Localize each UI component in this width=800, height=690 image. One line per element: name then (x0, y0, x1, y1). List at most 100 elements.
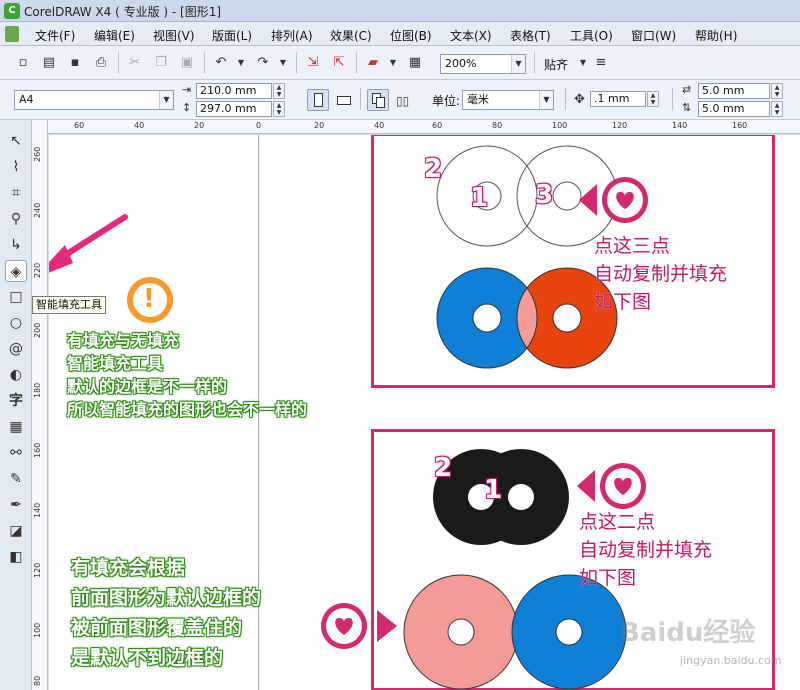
coreldraw-window: C CorelDRAW X4 ( 专业版 ) - [图形1] 文件(F) 编辑(… (0, 0, 800, 690)
ruler-label: 160 (732, 121, 748, 130)
menu-text[interactable]: 文本(X) (450, 27, 492, 44)
zoom-combo[interactable]: 200% ▼ (440, 54, 526, 74)
toolbar-separator (672, 88, 673, 110)
document-icon[interactable] (5, 26, 19, 42)
ruler-label: 160 (33, 442, 42, 458)
marker-3: 3 (535, 180, 554, 210)
ruler-label: 40 (134, 121, 145, 130)
shape-tool-icon[interactable]: ⌇ (5, 156, 27, 178)
zoom-tool-icon[interactable]: ⚲ (5, 208, 27, 230)
crop-tool-icon[interactable]: ⌗ (5, 182, 27, 204)
vertical-ruler[interactable]: 260 240 220 200 180 160 140 120 100 80 (32, 120, 48, 690)
chevron-down-icon[interactable]: ▼ (539, 91, 553, 109)
menu-table[interactable]: 表格(T) (510, 27, 551, 44)
menu-bitmaps[interactable]: 位图(B) (390, 27, 432, 44)
unit-label: 单位: (432, 94, 461, 108)
redo-dropdown-icon[interactable]: ▼ (274, 54, 292, 72)
spin-arrows-icon[interactable]: ▲ ▼ (273, 101, 285, 117)
blue-ring-hole (472, 303, 502, 333)
menu-layout[interactable]: 版面(L) (212, 27, 252, 44)
drawing-canvas[interactable]: 2 1 3 点这三点 自动复制并填充 如下图 2 1 点这二点 自动复制并填充 … (49, 135, 800, 690)
nudge-distance-field[interactable]: .1 mm ▲ ▼ (590, 91, 659, 107)
landscape-button[interactable] (332, 89, 354, 111)
chevron-down-icon[interactable]: ▼ (159, 91, 173, 109)
panel2-caption-line3: 如下图 (579, 567, 637, 589)
menu-view[interactable]: 视图(V) (153, 27, 195, 44)
spin-arrows-icon[interactable]: ▲ ▼ (647, 91, 659, 107)
menu-effects[interactable]: 效果(C) (330, 27, 372, 44)
open-folder-icon[interactable]: ▤ (40, 54, 58, 72)
interactive-fill-tool-icon[interactable]: ◧ (5, 546, 27, 568)
page-height-field[interactable]: 297.0 mm ▲ ▼ (196, 101, 285, 117)
menu-file[interactable]: 文件(F) (35, 27, 75, 44)
smart-fill-tool-icon[interactable]: ◈ (5, 260, 27, 282)
ruler-label: 80 (33, 675, 42, 686)
all-pages-button[interactable] (367, 89, 389, 111)
toolbar-separator (360, 88, 361, 110)
undo-icon[interactable]: ↶ (212, 54, 230, 72)
toolbar-separator (534, 52, 535, 74)
snap-to-label[interactable]: 贴齐 (544, 56, 568, 73)
application-launcher-icon[interactable]: ▰ (364, 54, 382, 72)
ruler-label: 260 (33, 146, 42, 162)
portrait-icon (314, 93, 323, 107)
launcher-dropdown-icon[interactable]: ▼ (384, 54, 402, 72)
duplicate-y-field[interactable]: 5.0 mm ▲ ▼ (698, 101, 783, 117)
fill-tool-icon[interactable]: ◪ (5, 520, 27, 542)
spiral-tool-icon[interactable]: @ (5, 338, 27, 360)
ruler-label: 140 (672, 121, 688, 130)
duplicate-x-icon: ⇄ (682, 83, 692, 96)
panel2-caption-line2: 自动复制并填充 (579, 539, 713, 561)
pick-tool-icon[interactable]: ↖ (5, 130, 27, 152)
outline-tool-icon[interactable]: ✒ (5, 494, 27, 516)
duplicate-x-field[interactable]: 5.0 mm ▲ ▼ (698, 83, 783, 99)
rectangle-tool-icon[interactable]: □ (5, 286, 27, 308)
table-tool-icon[interactable]: ▦ (5, 416, 27, 438)
welcome-screen-icon[interactable]: ▦ (406, 54, 424, 72)
options-icon[interactable]: ≡ (592, 54, 610, 72)
new-document-icon[interactable]: ▫ (14, 54, 32, 72)
spin-arrows-icon[interactable]: ▲ ▼ (273, 83, 285, 99)
baidu-watermark-url: jingyan.baidu.com (680, 654, 782, 667)
menu-tools[interactable]: 工具(O) (570, 27, 613, 44)
ruler-label: 40 (374, 121, 385, 130)
import-icon[interactable]: ⇲ (304, 54, 322, 72)
black-ring-right-hole (508, 484, 534, 510)
undo-dropdown-icon[interactable]: ▼ (232, 54, 250, 72)
marker-1: 1 (470, 183, 489, 213)
ruler-label: 20 (194, 121, 205, 130)
redo-icon[interactable]: ↷ (254, 54, 272, 72)
basic-shapes-tool-icon[interactable]: ◐ (5, 364, 27, 386)
portrait-button[interactable] (307, 89, 329, 111)
page-width-value: 210.0 mm (200, 84, 257, 97)
menu-arrange[interactable]: 排列(A) (271, 27, 313, 44)
heart-pointer-icon (321, 603, 397, 649)
chevron-down-icon[interactable]: ▼ (511, 55, 525, 73)
freehand-tool-icon[interactable]: ↳ (5, 234, 27, 256)
spin-arrows-icon[interactable]: ▲ ▼ (771, 83, 783, 99)
save-icon[interactable]: ▪ (66, 54, 84, 72)
menu-edit[interactable]: 编辑(E) (94, 27, 135, 44)
menu-window[interactable]: 窗口(W) (631, 27, 676, 44)
toolbar-separator (296, 52, 297, 74)
note1-line1: 有填充与无填充 (67, 331, 180, 350)
cut-icon[interactable]: ✂ (126, 54, 144, 72)
text-tool-icon[interactable]: 字 (5, 390, 27, 412)
menu-help[interactable]: 帮助(H) (695, 27, 737, 44)
current-page-icon[interactable]: ▯▯ (396, 94, 409, 108)
toolbar-separator (356, 52, 357, 74)
blend-tool-icon[interactable]: ⚯ (5, 442, 27, 464)
unit-combo[interactable]: 毫米 ▼ (462, 90, 554, 110)
spin-arrows-icon[interactable]: ▲ ▼ (771, 101, 783, 117)
paper-size-combo[interactable]: A4 ▼ (14, 90, 174, 110)
horizontal-ruler[interactable]: 60 40 20 0 20 40 60 80 100 120 140 160 (32, 120, 800, 134)
export-icon[interactable]: ⇱ (330, 54, 348, 72)
paste-icon[interactable]: ▣ (178, 54, 196, 72)
copy-icon[interactable]: ❐ (152, 54, 170, 72)
property-bar: A4 ▼ ⇥ 210.0 mm ▲ ▼ ↕ 297.0 mm ▲ ▼ ▯▯ 单位: … (0, 80, 800, 120)
snap-dropdown-icon[interactable]: ▼ (574, 54, 592, 72)
page-width-field[interactable]: 210.0 mm ▲ ▼ (196, 83, 285, 99)
eyedropper-tool-icon[interactable]: ✎ (5, 468, 27, 490)
ellipse-tool-icon[interactable]: ○ (5, 312, 27, 334)
print-icon[interactable]: ⎙ (92, 54, 110, 72)
